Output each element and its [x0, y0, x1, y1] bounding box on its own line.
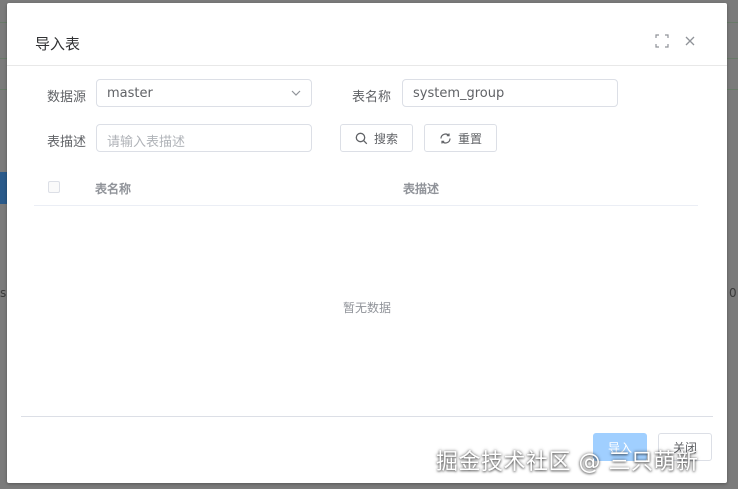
footer-divider	[21, 416, 713, 417]
background-button	[0, 172, 7, 204]
search-button-label: 搜索	[373, 131, 398, 146]
search-icon	[355, 132, 368, 144]
datasource-select[interactable]: master	[96, 79, 312, 107]
fullscreen-icon[interactable]	[655, 34, 669, 48]
table-name-label: 表名称	[352, 90, 392, 105]
dialog-title: 导入表	[35, 35, 81, 53]
reset-button[interactable]: 重置	[424, 124, 497, 152]
table-desc-label: 表描述	[47, 135, 87, 150]
close-icon[interactable]	[683, 34, 697, 48]
table-name-input[interactable]: system_group	[402, 79, 618, 107]
watermark: 掘金技术社区 @ 三只萌新	[436, 450, 699, 475]
import-table-dialog: 导入表 数据源 master 表名称 system_group 表描述 请输入表…	[7, 3, 727, 483]
datasource-label: 数据源	[47, 90, 87, 105]
table-header: 表名称 表描述	[34, 173, 698, 206]
refresh-icon	[440, 132, 451, 144]
column-table-desc: 表描述	[403, 182, 440, 196]
search-button[interactable]: 搜索	[340, 124, 413, 152]
table-desc-placeholder: 请输入表描述	[107, 135, 186, 150]
chevron-down-icon	[291, 90, 301, 96]
select-all-checkbox[interactable]	[48, 181, 60, 193]
background-text: s	[0, 286, 7, 300]
reset-button-label: 重置	[457, 131, 482, 146]
datasource-value: master	[107, 86, 153, 101]
empty-state-text: 暂无数据	[342, 301, 391, 315]
table-name-value: system_group	[413, 86, 505, 101]
column-table-name: 表名称	[95, 182, 132, 196]
table-desc-input[interactable]: 请输入表描述	[96, 124, 312, 152]
dialog-header: 导入表	[7, 3, 727, 66]
background-text: 0	[729, 286, 737, 300]
